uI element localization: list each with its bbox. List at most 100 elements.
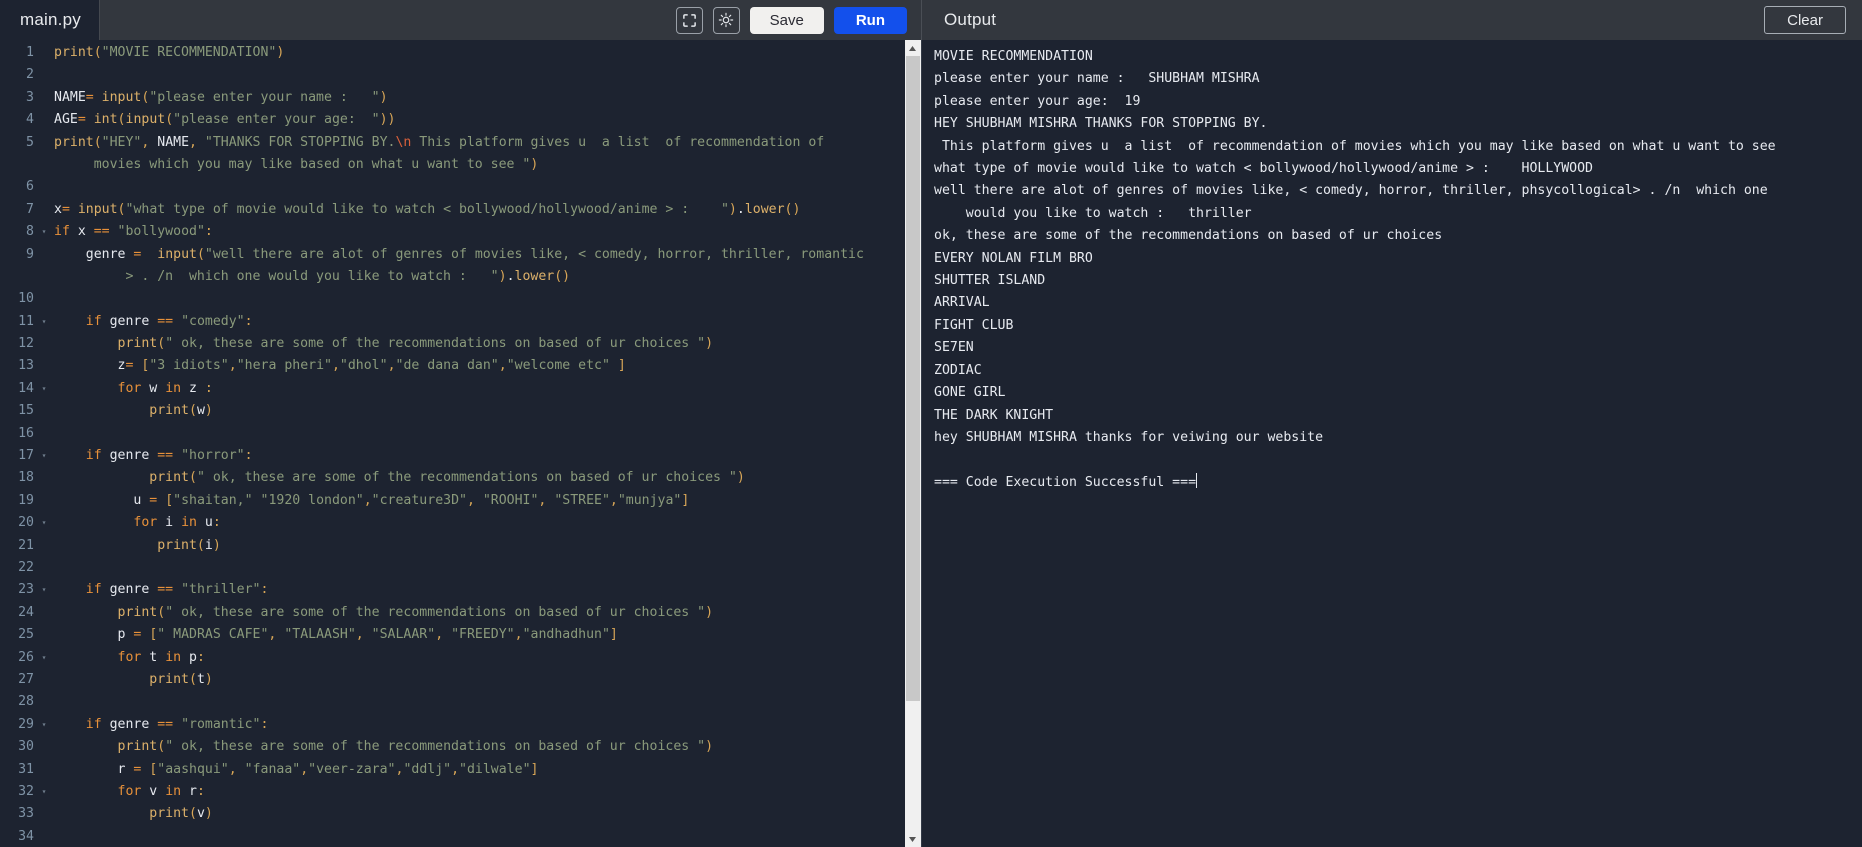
clear-output-button[interactable]: Clear bbox=[1764, 6, 1846, 34]
scrollbar-track[interactable] bbox=[904, 56, 921, 831]
run-button[interactable]: Run bbox=[833, 6, 907, 34]
fold-toggle-icon[interactable]: ▾ bbox=[38, 445, 50, 467]
code-line[interactable]: 5 print("HEY", NAME, "THANKS FOR STOPPING… bbox=[0, 132, 905, 154]
code-line[interactable]: 31 r = ["aashqui", "fanaa","veer-zara","… bbox=[0, 759, 905, 781]
code-line[interactable]: 27 print(t) bbox=[0, 669, 905, 691]
code-text: print(v) bbox=[149, 806, 213, 822]
editor-scrollbar[interactable] bbox=[904, 40, 921, 847]
code-line[interactable]: 6 bbox=[0, 176, 905, 198]
code-line[interactable]: 18 print(" ok, these are some of the rec… bbox=[0, 467, 905, 489]
theme-toggle-button[interactable] bbox=[712, 6, 740, 34]
code-line[interactable]: 8 ▾ if x == "bollywood": bbox=[0, 221, 905, 243]
code-line[interactable]: 32 ▾ for v in r: bbox=[0, 781, 905, 803]
line-number: 16 bbox=[18, 425, 34, 441]
code-line[interactable]: 20 ▾ for i in u: bbox=[0, 512, 905, 534]
line-number: 9 bbox=[26, 246, 34, 262]
code-line[interactable]: 14 ▾ for w in z : bbox=[0, 378, 905, 400]
line-number: 25 bbox=[18, 627, 34, 643]
code-line[interactable]: movies which you may like based on what … bbox=[0, 154, 905, 176]
output-line: well there are alot of genres of movies … bbox=[934, 183, 1768, 199]
code-text: print(i) bbox=[157, 537, 221, 553]
code-line[interactable]: 3 NAME= input("please enter your name : "… bbox=[0, 87, 905, 109]
code-line[interactable]: 2 bbox=[0, 64, 905, 86]
line-number: 7 bbox=[26, 201, 34, 217]
brightness-sun-icon bbox=[718, 12, 734, 28]
code-line[interactable]: 34 bbox=[0, 826, 905, 847]
code-line[interactable]: 30 print(" ok, these are some of the rec… bbox=[0, 736, 905, 758]
code-editor[interactable]: 1 print("MOVIE RECOMMENDATION") 2 3 NAME= in… bbox=[0, 40, 905, 847]
code-line[interactable]: 9 genre = input("well there are alot of … bbox=[0, 244, 905, 266]
save-button[interactable]: Save bbox=[749, 6, 824, 34]
scrollbar-up-button[interactable] bbox=[904, 40, 921, 56]
text-caret bbox=[1196, 472, 1198, 488]
fold-toggle-icon[interactable]: ▾ bbox=[38, 579, 50, 601]
code-text: r = ["aashqui", "fanaa","veer-zara","ddl… bbox=[117, 761, 539, 777]
code-line[interactable]: 33 print(v) bbox=[0, 803, 905, 825]
code-lines[interactable]: 1 print("MOVIE RECOMMENDATION") 2 3 NAME= in… bbox=[0, 40, 905, 847]
line-number: 31 bbox=[18, 761, 34, 777]
output-console[interactable]: MOVIE RECOMMENDATION please enter your na… bbox=[921, 40, 1862, 847]
file-tab-main-py[interactable]: main.py bbox=[0, 0, 100, 40]
fold-toggle-icon[interactable]: ▾ bbox=[38, 781, 50, 803]
fold-toggle-icon[interactable]: ▾ bbox=[38, 378, 50, 400]
scrollbar-thumb[interactable] bbox=[905, 56, 920, 701]
code-line[interactable]: 29 ▾ if genre == "romantic": bbox=[0, 714, 905, 736]
code-line[interactable]: 11 ▾ if genre == "comedy": bbox=[0, 311, 905, 333]
fold-toggle-icon[interactable]: ▾ bbox=[38, 714, 50, 736]
output-line: SHUTTER ISLAND bbox=[934, 273, 1046, 289]
code-line[interactable]: > . /n which one would you like to watch… bbox=[0, 266, 905, 288]
line-number: 1 bbox=[26, 45, 34, 60]
code-line[interactable]: 7 x= input("what type of movie would like… bbox=[0, 199, 905, 221]
fold-toggle-icon[interactable]: ▾ bbox=[38, 311, 50, 333]
code-line[interactable]: 23 ▾ if genre == "thriller": bbox=[0, 579, 905, 601]
fullscreen-button[interactable] bbox=[675, 6, 703, 34]
code-line[interactable]: 1 print("MOVIE RECOMMENDATION") bbox=[0, 42, 905, 64]
code-line[interactable]: 28 bbox=[0, 691, 905, 713]
fold-toggle-icon[interactable]: ▾ bbox=[38, 647, 50, 669]
line-number: 11 bbox=[18, 313, 34, 329]
code-line[interactable]: 4 AGE= int(input("please enter your age: … bbox=[0, 109, 905, 131]
line-number: 13 bbox=[18, 358, 34, 374]
code-text: print(w) bbox=[149, 403, 213, 419]
code-text: u = ["shaitan," "1920 london","creature3… bbox=[133, 492, 690, 508]
code-line[interactable]: 16 bbox=[0, 423, 905, 445]
output-line: EVERY NOLAN FILM BRO bbox=[934, 250, 1093, 266]
code-line[interactable]: 13 z= ["3 idiots","hera pheri","dhol","d… bbox=[0, 355, 905, 377]
code-text: print(t) bbox=[149, 671, 213, 687]
code-line[interactable]: 19 u = ["shaitan," "1920 london","creatu… bbox=[0, 490, 905, 512]
scrollbar-down-button[interactable] bbox=[904, 831, 921, 847]
code-line[interactable]: 12 print(" ok, these are some of the rec… bbox=[0, 333, 905, 355]
code-text: if x == "bollywood": bbox=[54, 224, 213, 240]
code-line[interactable]: 21 print(i) bbox=[0, 535, 905, 557]
code-line[interactable]: 10 bbox=[0, 288, 905, 310]
code-line[interactable]: 17 ▾ if genre == "horror": bbox=[0, 445, 905, 467]
code-line[interactable]: 22 bbox=[0, 557, 905, 579]
code-line[interactable]: 15 print(w) bbox=[0, 400, 905, 422]
line-number: 21 bbox=[18, 537, 34, 553]
toolbar-buttons: Save Run bbox=[675, 6, 921, 34]
line-number: 33 bbox=[18, 806, 34, 822]
fold-toggle-icon[interactable]: ▾ bbox=[38, 221, 50, 243]
code-line[interactable]: 25 p = [" MADRAS CAFE", "TALAASH", "SALA… bbox=[0, 624, 905, 646]
code-line[interactable]: 26 ▾ for t in p: bbox=[0, 647, 905, 669]
output-toolbar: Output Clear bbox=[921, 0, 1862, 40]
code-line[interactable]: 24 print(" ok, these are some of the rec… bbox=[0, 602, 905, 624]
fold-toggle-icon[interactable]: ▾ bbox=[38, 512, 50, 534]
line-number bbox=[0, 266, 38, 288]
top-bar: main.py Save Run Output Clear bbox=[0, 0, 1862, 40]
